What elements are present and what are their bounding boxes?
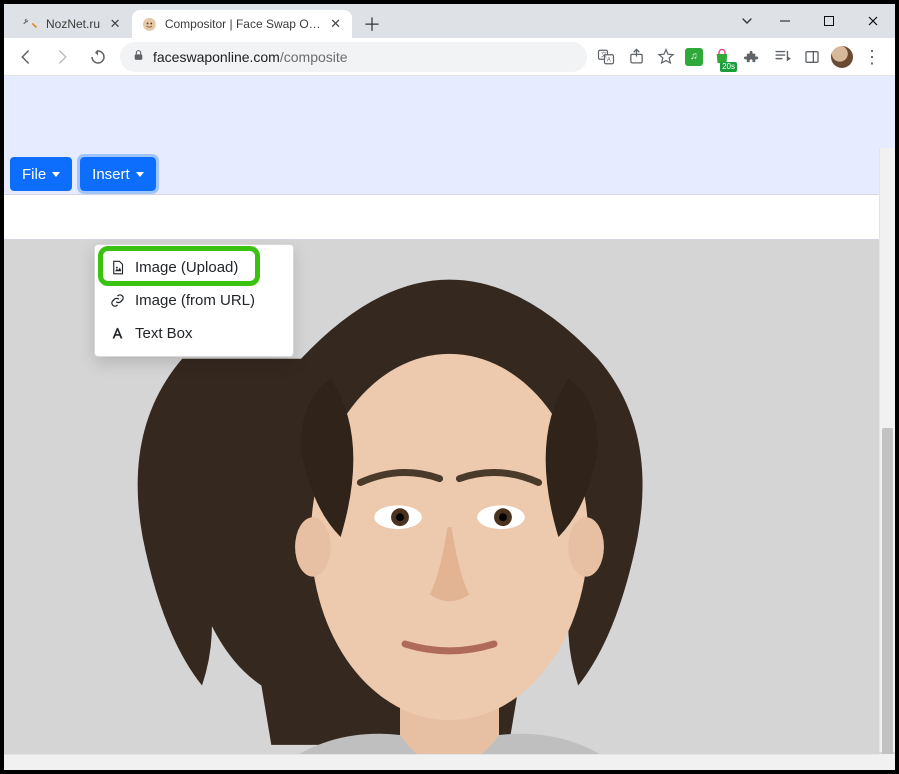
insert-menu-label: Insert <box>92 166 130 183</box>
window-close-button[interactable] <box>851 4 895 38</box>
dropdown-item-label: Image (from URL) <box>135 292 255 309</box>
new-tab-button[interactable]: ＋ <box>358 10 386 38</box>
text-icon <box>109 326 125 341</box>
reload-button[interactable] <box>84 43 112 71</box>
wrench-screwdriver-icon <box>22 16 38 32</box>
address-bar[interactable]: faceswaponline.com/composite <box>120 42 587 72</box>
close-icon[interactable]: ✕ <box>329 17 342 31</box>
badge-20s: 20s <box>720 62 737 72</box>
link-icon <box>109 293 125 308</box>
insert-menu-button[interactable]: Insert <box>80 157 156 191</box>
window-minimize-button[interactable] <box>763 4 807 38</box>
svg-text:文: 文 <box>601 51 607 59</box>
dropdown-item-label: Text Box <box>135 325 193 342</box>
horizontal-scrollbar[interactable] <box>4 754 879 770</box>
insert-dropdown: Image (Upload) Image (from URL) Text Box <box>94 244 294 357</box>
share-icon[interactable] <box>625 46 647 68</box>
translate-icon[interactable]: 文A <box>595 46 617 68</box>
browser-tabs: NozNet.ru ✕ Compositor | Face Swap Onlin… <box>4 4 386 38</box>
window-maximize-button[interactable] <box>807 4 851 38</box>
shopping-extension-icon[interactable]: 20s <box>711 46 733 68</box>
svg-text:A: A <box>607 57 611 63</box>
page-content: File Insert <box>4 76 895 770</box>
profile-avatar[interactable] <box>831 46 853 68</box>
app-header-space <box>4 76 895 154</box>
caret-down-icon <box>136 172 144 177</box>
app-toolbar-strip <box>4 194 895 240</box>
reading-list-icon[interactable] <box>771 46 793 68</box>
vertical-scrollbar[interactable] <box>879 148 895 752</box>
close-icon[interactable]: ✕ <box>108 17 122 31</box>
dropdown-item-image-url[interactable]: Image (from URL) <box>95 284 293 317</box>
caret-down-icon <box>52 172 60 177</box>
extensions-area: 文A ♫ 20s ⋮ <box>595 46 887 68</box>
file-menu-label: File <box>22 166 46 183</box>
image-file-icon <box>109 260 125 275</box>
side-panel-icon[interactable] <box>801 46 823 68</box>
tab-title: NozNet.ru <box>46 17 100 31</box>
url-text: faceswaponline.com/composite <box>153 49 348 65</box>
forward-button[interactable] <box>48 43 76 71</box>
scrollbar-thumb[interactable] <box>882 428 893 758</box>
extensions-puzzle-icon[interactable] <box>741 46 763 68</box>
back-button[interactable] <box>12 43 40 71</box>
dropdown-item-image-upload[interactable]: Image (Upload) <box>95 251 293 284</box>
dropdown-item-label: Image (Upload) <box>135 259 238 276</box>
window-titlebar: NozNet.ru ✕ Compositor | Face Swap Onlin… <box>4 4 895 38</box>
app-menubar: File Insert <box>4 154 895 194</box>
file-menu-button[interactable]: File <box>10 157 72 191</box>
browser-tab-noznet[interactable]: NozNet.ru ✕ <box>12 10 132 38</box>
music-extension-icon[interactable]: ♫ <box>685 48 703 66</box>
dropdown-item-text-box[interactable]: Text Box <box>95 317 293 350</box>
scrollbar-corner <box>879 754 895 770</box>
bookmark-star-icon[interactable] <box>655 46 677 68</box>
lock-icon <box>132 49 145 65</box>
browser-toolbar: faceswaponline.com/composite 文A ♫ 20s <box>4 38 895 76</box>
tab-search-button[interactable] <box>731 4 763 38</box>
tab-title: Compositor | Face Swap Online <box>165 17 321 31</box>
browser-tab-compositor[interactable]: Compositor | Face Swap Online ✕ <box>132 10 352 38</box>
browser-menu-button[interactable]: ⋮ <box>861 46 883 68</box>
site-favicon <box>142 16 157 32</box>
